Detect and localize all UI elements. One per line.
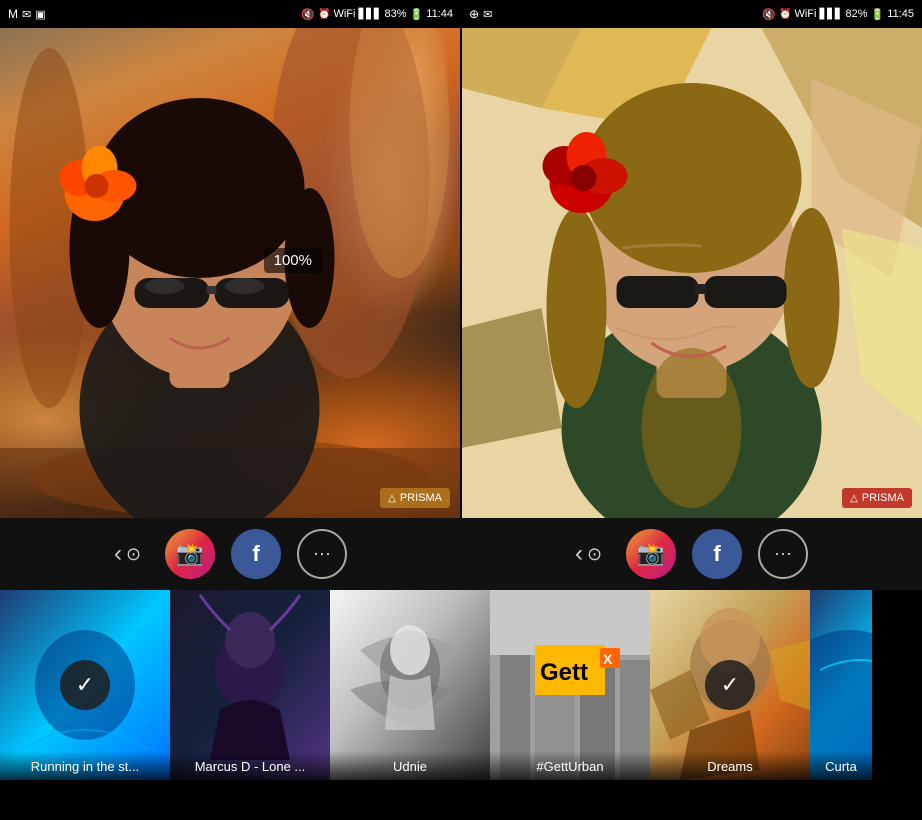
signal-icon-right: ▋▋▋ [819, 9, 842, 20]
person-svg-right [462, 28, 922, 518]
filter-item-dreams[interactable]: ✓ Dreams [650, 590, 810, 780]
back-button-left[interactable]: ‹ [114, 540, 122, 568]
person-svg-left [0, 28, 460, 518]
filter-item-marcus[interactable]: Marcus D - Lone ... [170, 590, 330, 780]
filter-row: ✓ Running in the st... [0, 590, 922, 780]
prisma-badge-right: △ PRISMA [842, 488, 912, 508]
filter-item-gettUrban[interactable]: Gett X #GettUrban [490, 590, 650, 780]
instagram-button-right[interactable]: 📸 [626, 529, 676, 579]
messenger-icon: ⊕ [469, 7, 479, 21]
photo-right-art: △ PRISMA [462, 28, 922, 518]
back-camera-left: ‹ ⊙ [114, 540, 141, 568]
action-row: ‹ ⊙ 📸 f ⋯ ‹ ⊙ 📸 f ⋯ [0, 518, 922, 590]
alarm-icon-right: ⏰ [779, 9, 791, 20]
gmail-icon: M [8, 7, 18, 21]
facebook-button-right[interactable]: f [692, 529, 742, 579]
status-bars: M ✉ ▣ 🔇 ⏰ WiFi ▋▋▋ 83% 🔋 11:44 ⊕ ✉ 🔇 ⏰ W… [0, 0, 922, 28]
filter-label-gettUrban: #GettUrban [490, 751, 650, 780]
camera-icon-left[interactable]: ⊙ [126, 544, 141, 565]
share-button-left[interactable]: ⋯ [297, 529, 347, 579]
back-camera-right: ‹ ⊙ [575, 540, 602, 568]
filter-check-running: ✓ [60, 660, 110, 710]
action-panel-right: ‹ ⊙ 📸 f ⋯ [461, 518, 922, 590]
share-button-right[interactable]: ⋯ [758, 529, 808, 579]
svg-text:Gett: Gett [540, 659, 588, 686]
battery-icon-right: 🔋 [871, 8, 885, 21]
prisma-label-right: PRISMA [862, 492, 904, 504]
check-icon-dreams: ✓ [721, 672, 739, 698]
battery-icon-left: 🔋 [410, 8, 424, 21]
battery-pct-left: 83% [385, 8, 407, 20]
instagram-button-left[interactable]: 📸 [165, 529, 215, 579]
filter-item-curta[interactable]: Curta [810, 590, 872, 780]
status-bar-right: ⊕ ✉ 🔇 ⏰ WiFi ▋▋▋ 82% 🔋 11:45 [461, 0, 922, 28]
filter-label-curta: Curta [810, 751, 872, 780]
status-right-icons: ⊕ ✉ [469, 7, 492, 21]
gallery-icon: ▣ [35, 8, 45, 21]
facebook-button-left[interactable]: f [231, 529, 281, 579]
filter-label-dreams: Dreams [650, 751, 810, 780]
photo-panel-right[interactable]: △ PRISMA [460, 28, 922, 518]
wifi-icon-left: WiFi [333, 8, 355, 20]
back-button-right[interactable]: ‹ [575, 540, 583, 568]
filter-label-marcus: Marcus D - Lone ... [170, 751, 330, 780]
prisma-triangle-left: △ [388, 493, 396, 504]
filter-item-udnie[interactable]: Udnie [330, 590, 490, 780]
facebook-icon-right: f [713, 541, 720, 567]
filter-check-dreams: ✓ [705, 660, 755, 710]
svg-text:X: X [603, 651, 613, 667]
time-right: 11:45 [887, 8, 914, 20]
photo-left-art: 100% △ PRISMA [0, 28, 460, 518]
camera-icon-right[interactable]: ⊙ [587, 544, 602, 565]
filter-label-running: Running in the st... [0, 751, 170, 780]
status-left-icons: M ✉ ▣ [8, 7, 46, 21]
time-left: 11:44 [426, 8, 453, 20]
instagram-icon-right: 📸 [637, 541, 664, 567]
photo-panel-left[interactable]: 100% △ PRISMA [0, 28, 460, 518]
action-panel-left: ‹ ⊙ 📸 f ⋯ [0, 518, 461, 590]
battery-pct-right: 82% [846, 8, 868, 20]
message-icon: ✉ [22, 8, 31, 21]
email-icon: ✉ [483, 8, 492, 21]
mute-icon-right: 🔇 [762, 8, 776, 21]
status-right-right: 🔇 ⏰ WiFi ▋▋▋ 82% 🔋 11:45 [762, 8, 914, 21]
share-icon-left: ⋯ [313, 544, 331, 565]
filter-item-running[interactable]: ✓ Running in the st... [0, 590, 170, 780]
share-icon-right: ⋯ [774, 544, 792, 565]
mute-icon-left: 🔇 [301, 8, 315, 21]
wifi-icon-right: WiFi [794, 8, 816, 20]
percentage-badge: 100% [264, 248, 322, 273]
prisma-badge-left: △ PRISMA [380, 488, 450, 508]
prisma-triangle-right: △ [850, 493, 858, 504]
status-bar-left: M ✉ ▣ 🔇 ⏰ WiFi ▋▋▋ 83% 🔋 11:44 [0, 0, 461, 28]
prisma-label-left: PRISMA [400, 492, 442, 504]
check-icon-running: ✓ [76, 672, 94, 698]
alarm-icon-left: ⏰ [318, 9, 330, 20]
photo-row: 100% △ PRISMA [0, 28, 922, 518]
status-right-left: 🔇 ⏰ WiFi ▋▋▋ 83% 🔋 11:44 [301, 8, 453, 21]
filter-label-udnie: Udnie [330, 751, 490, 780]
signal-icon-left: ▋▋▋ [358, 9, 381, 20]
facebook-icon-left: f [252, 541, 259, 567]
instagram-icon-left: 📸 [176, 541, 203, 567]
